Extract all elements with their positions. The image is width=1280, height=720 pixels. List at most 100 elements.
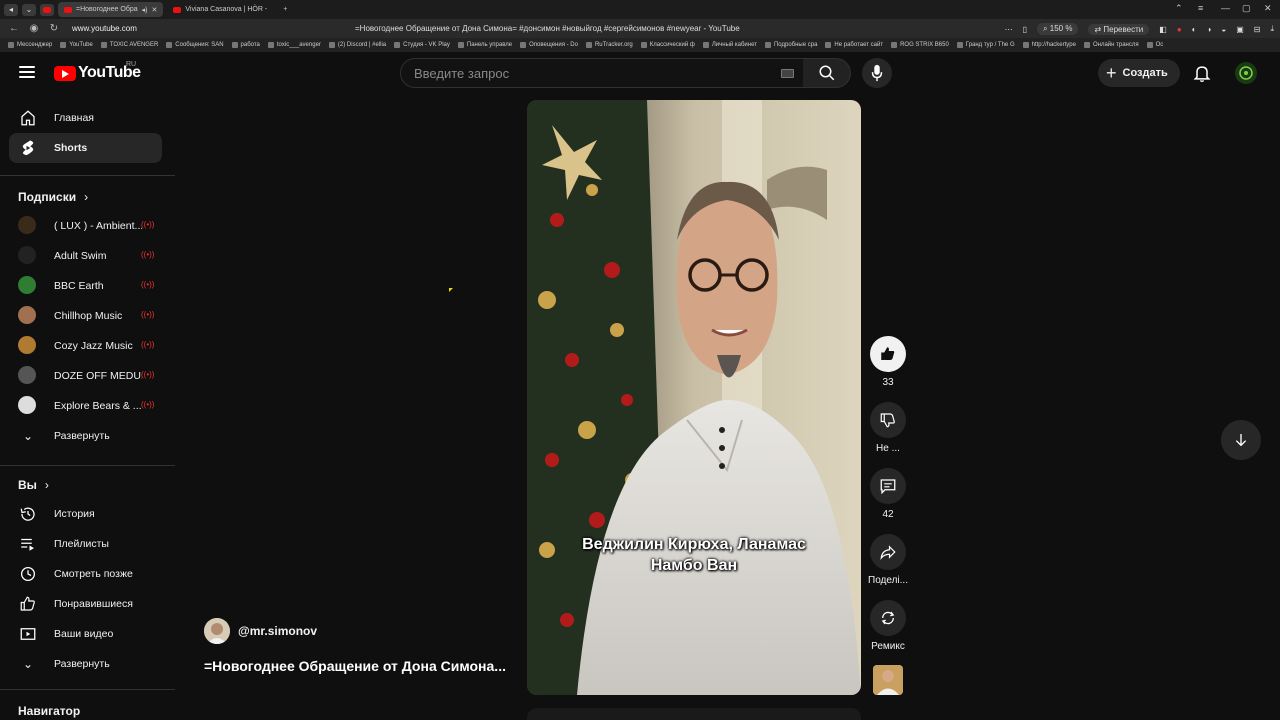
bookmark-item[interactable]: RuTracker.org — [585, 42, 633, 48]
maximize-button[interactable]: ▢ — [1242, 3, 1251, 14]
bookmark-item[interactable]: Онлайн трансля — [1083, 42, 1139, 48]
menu-button[interactable] — [19, 66, 35, 78]
subscription-item[interactable]: DOZE OFF MEDU... ((•)) — [9, 361, 162, 391]
remix-button[interactable] — [870, 600, 906, 636]
bookmark-item[interactable]: работа — [231, 42, 260, 48]
keyboard-icon[interactable] — [781, 69, 794, 78]
youtube-logo[interactable]: YouTube RU — [54, 61, 141, 82]
subtitle-line: Веджилин Кирюха, Ланамас — [582, 536, 806, 553]
bookmark-item[interactable]: YouTube — [60, 42, 93, 48]
tab-close-icon[interactable]: ✕ — [152, 6, 158, 14]
bookmark-item[interactable]: ROG STRIX B650 — [891, 42, 949, 48]
voice-search-button[interactable] — [862, 58, 892, 88]
tab-second[interactable]: Viviana Casanova | HÖR - — [167, 2, 273, 17]
bookmark-item[interactable]: (2) Discord | #ellia — [328, 42, 386, 48]
security-icon[interactable]: ◉ — [28, 23, 40, 34]
bookmark-item[interactable]: Оповещения - Do — [520, 42, 578, 48]
extension-icon[interactable]: ◑ — [1207, 25, 1212, 34]
video-frame — [527, 100, 861, 695]
subscriptions-header[interactable]: Подписки › — [18, 190, 88, 204]
zoom-indicator[interactable]: ⌕ 150 % — [1037, 23, 1079, 35]
comment-count: 42 — [882, 509, 894, 520]
next-short-button[interactable] — [1221, 420, 1261, 460]
share-button[interactable] — [870, 534, 906, 570]
bookmark-item[interactable]: toxic___avenger — [267, 42, 321, 48]
short-title[interactable]: =Новогоднее Обращение от Дона Симона... — [204, 658, 506, 674]
pin-icon[interactable]: ⌃ — [1175, 3, 1183, 14]
video-subtitle: Веджилин Кирюха, Ланамас Намбо Ван — [527, 534, 861, 576]
minimize-button[interactable]: — — [1221, 3, 1230, 13]
back-icon[interactable]: ← — [8, 23, 20, 34]
sidebar-item-history[interactable]: История — [9, 499, 162, 529]
bookmark-item[interactable]: Панель управле — [457, 42, 512, 48]
more-icon[interactable]: ⋯ — [1005, 25, 1013, 34]
dislike-button[interactable] — [870, 402, 906, 438]
plus-icon: + — [1106, 63, 1117, 83]
subscription-item[interactable]: ( LUX ) - Ambient... ((•)) — [9, 211, 162, 241]
bookmark-item[interactable]: Мессенджер — [8, 42, 52, 48]
channel-info[interactable]: @mr.simonov — [204, 618, 317, 644]
tab-current[interactable]: =Новогоднее Обра ◂) ✕ — [58, 2, 164, 17]
search-input[interactable] — [414, 65, 774, 81]
close-window-button[interactable]: ✕ — [1264, 3, 1272, 14]
sidebar-item-playlists[interactable]: Плейлисты — [9, 529, 162, 559]
comments-button[interactable] — [870, 468, 906, 504]
bookmark-item[interactable]: TOXIC AVENGER — [100, 42, 158, 48]
you-header[interactable]: Вы › — [18, 478, 49, 492]
translate-button[interactable]: ⇄ Перевести — [1088, 23, 1150, 35]
extension-icon[interactable]: ◐ — [1192, 25, 1197, 34]
reload-icon[interactable]: ↻ — [48, 23, 60, 34]
subscription-item[interactable]: Cozy Jazz Music ((•)) — [9, 331, 162, 361]
navigator-title: Навигатор — [18, 704, 81, 718]
short-video-player[interactable]: Веджилин Кирюха, Ланамас Намбо Ван — [527, 100, 861, 695]
share-label: Поделі... — [868, 575, 908, 586]
search-button[interactable] — [803, 58, 851, 88]
bookmark-icon[interactable]: ▯ — [1023, 25, 1027, 34]
bookmark-item[interactable]: Не работает сайт — [825, 42, 883, 48]
subscription-item[interactable]: Adult Swim ((•)) — [9, 241, 162, 271]
bookmark-item[interactable]: Сообщения: SAN — [166, 42, 224, 48]
live-indicator-icon: ((•)) — [141, 340, 155, 349]
next-short-preview[interactable] — [527, 708, 861, 720]
channel-avatar[interactable] — [204, 618, 230, 644]
create-button[interactable]: + Создать — [1098, 59, 1180, 87]
pinned-tab-icon[interactable] — [40, 3, 54, 16]
user-avatar[interactable] — [1235, 62, 1257, 84]
sidebar-item-watch-later[interactable]: Смотреть позже — [9, 559, 162, 589]
sidebar-item-home[interactable]: Главная — [9, 103, 162, 133]
extension-icon[interactable]: ⊟ — [1254, 25, 1261, 34]
bookmark-item[interactable]: http://hackertype — [1022, 42, 1076, 48]
subscription-item[interactable]: Chillhop Music ((•)) — [9, 301, 162, 331]
sidebar-item-your-videos[interactable]: Ваши видео — [9, 619, 162, 649]
like-button[interactable] — [870, 336, 906, 372]
bookmark-item[interactable]: Классический ф — [640, 42, 695, 48]
tab-list-icon[interactable]: ⌄ — [22, 3, 36, 16]
url-field[interactable]: www.youtube.com — [72, 24, 137, 33]
extension-icon[interactable]: ▣ — [1236, 25, 1244, 34]
browser-menu-icon[interactable]: ◂ — [4, 3, 18, 16]
new-tab-button[interactable]: + — [277, 2, 293, 17]
expand-subscriptions-button[interactable]: ⌄ Развернуть — [9, 421, 162, 451]
bookmark-item[interactable]: Гранд тур / The G — [956, 42, 1015, 48]
adblock-icon[interactable]: ● — [1177, 25, 1182, 34]
notifications-bell-icon[interactable] — [1192, 63, 1212, 83]
live-indicator-icon: ((•)) — [141, 280, 155, 289]
bookmark-item[interactable]: Ос — [1146, 42, 1163, 48]
sidebar-item-shorts[interactable]: Shorts — [9, 133, 162, 163]
extension-icon[interactable]: ◧ — [1159, 25, 1167, 34]
expand-you-button[interactable]: ⌄ Развернуть — [9, 649, 162, 679]
speaker-icon[interactable]: ◂) — [142, 6, 148, 14]
sound-thumbnail[interactable] — [873, 665, 903, 695]
sidebar-item-liked[interactable]: Понравившиеся — [9, 589, 162, 619]
extension-icon[interactable]: ◒ — [1221, 25, 1226, 34]
bookmark-item[interactable]: Личный кабинет — [702, 42, 757, 48]
subscription-item[interactable]: Explore Bears & ... ((•)) — [9, 391, 162, 421]
menu-icon[interactable]: ≡ — [1198, 3, 1203, 13]
subscription-label: Explore Bears & ... — [54, 400, 142, 412]
download-icon[interactable]: ⤓ — [1270, 24, 1274, 34]
bookmark-item[interactable]: Студия - VK Play — [394, 42, 450, 48]
bookmark-item[interactable]: Подробные сра — [764, 42, 817, 48]
subscription-item[interactable]: BBC Earth ((•)) — [9, 271, 162, 301]
page-title: =Новогоднее Обращение от Дона Симона= #д… — [355, 24, 740, 33]
channel-name[interactable]: @mr.simonov — [238, 624, 317, 638]
